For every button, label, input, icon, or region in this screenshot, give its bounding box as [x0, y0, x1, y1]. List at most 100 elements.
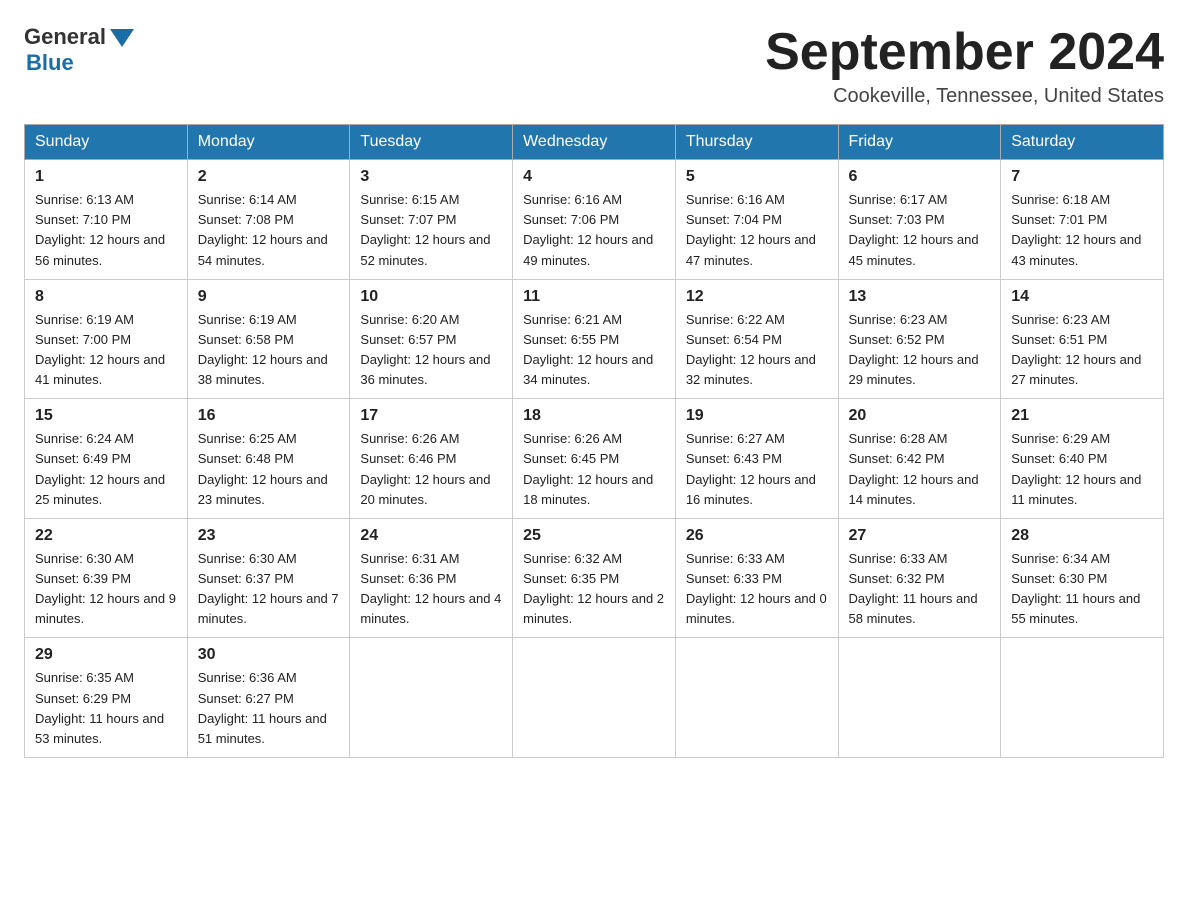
day-number: 6 [849, 168, 991, 186]
calendar-day-cell: 1 Sunrise: 6:13 AM Sunset: 7:10 PM Dayli… [25, 160, 188, 280]
day-info: Sunrise: 6:27 AM Sunset: 6:43 PM Dayligh… [686, 429, 828, 510]
day-info: Sunrise: 6:16 AM Sunset: 7:06 PM Dayligh… [523, 190, 665, 271]
calendar-day-cell: 24 Sunrise: 6:31 AM Sunset: 6:36 PM Dayl… [350, 518, 513, 638]
day-number: 22 [35, 527, 177, 545]
day-info: Sunrise: 6:14 AM Sunset: 7:08 PM Dayligh… [198, 190, 340, 271]
logo-blue-text: Blue [26, 50, 74, 76]
day-number: 14 [1011, 288, 1153, 306]
weekday-header-tuesday: Tuesday [350, 125, 513, 160]
weekday-header-wednesday: Wednesday [513, 125, 676, 160]
day-info: Sunrise: 6:32 AM Sunset: 6:35 PM Dayligh… [523, 549, 665, 630]
calendar-day-cell: 28 Sunrise: 6:34 AM Sunset: 6:30 PM Dayl… [1001, 518, 1164, 638]
day-number: 27 [849, 527, 991, 545]
weekday-header-row: SundayMondayTuesdayWednesdayThursdayFrid… [25, 125, 1164, 160]
calendar-title: September 2024 [765, 24, 1164, 81]
calendar-day-cell: 8 Sunrise: 6:19 AM Sunset: 7:00 PM Dayli… [25, 279, 188, 399]
day-number: 8 [35, 288, 177, 306]
calendar-day-cell: 6 Sunrise: 6:17 AM Sunset: 7:03 PM Dayli… [838, 160, 1001, 280]
calendar-day-cell: 2 Sunrise: 6:14 AM Sunset: 7:08 PM Dayli… [187, 160, 350, 280]
day-number: 2 [198, 168, 340, 186]
page-header: General Blue September 2024 Cookeville, … [24, 24, 1164, 108]
weekday-header-monday: Monday [187, 125, 350, 160]
calendar-day-cell: 29 Sunrise: 6:35 AM Sunset: 6:29 PM Dayl… [25, 638, 188, 758]
day-number: 12 [686, 288, 828, 306]
day-number: 9 [198, 288, 340, 306]
calendar-day-cell: 23 Sunrise: 6:30 AM Sunset: 6:37 PM Dayl… [187, 518, 350, 638]
calendar-day-cell: 9 Sunrise: 6:19 AM Sunset: 6:58 PM Dayli… [187, 279, 350, 399]
day-info: Sunrise: 6:30 AM Sunset: 6:37 PM Dayligh… [198, 549, 340, 630]
calendar-table: SundayMondayTuesdayWednesdayThursdayFrid… [24, 124, 1164, 758]
calendar-day-cell: 15 Sunrise: 6:24 AM Sunset: 6:49 PM Dayl… [25, 399, 188, 519]
day-number: 23 [198, 527, 340, 545]
calendar-day-cell: 27 Sunrise: 6:33 AM Sunset: 6:32 PM Dayl… [838, 518, 1001, 638]
day-info: Sunrise: 6:31 AM Sunset: 6:36 PM Dayligh… [360, 549, 502, 630]
day-number: 15 [35, 407, 177, 425]
calendar-day-cell: 5 Sunrise: 6:16 AM Sunset: 7:04 PM Dayli… [675, 160, 838, 280]
calendar-day-cell: 26 Sunrise: 6:33 AM Sunset: 6:33 PM Dayl… [675, 518, 838, 638]
day-number: 11 [523, 288, 665, 306]
day-number: 7 [1011, 168, 1153, 186]
day-info: Sunrise: 6:17 AM Sunset: 7:03 PM Dayligh… [849, 190, 991, 271]
day-number: 13 [849, 288, 991, 306]
calendar-day-cell: 19 Sunrise: 6:27 AM Sunset: 6:43 PM Dayl… [675, 399, 838, 519]
calendar-day-cell: 10 Sunrise: 6:20 AM Sunset: 6:57 PM Dayl… [350, 279, 513, 399]
calendar-day-cell: 11 Sunrise: 6:21 AM Sunset: 6:55 PM Dayl… [513, 279, 676, 399]
calendar-day-cell [513, 638, 676, 758]
title-block: September 2024 Cookeville, Tennessee, Un… [765, 24, 1164, 108]
day-info: Sunrise: 6:26 AM Sunset: 6:45 PM Dayligh… [523, 429, 665, 510]
day-info: Sunrise: 6:18 AM Sunset: 7:01 PM Dayligh… [1011, 190, 1153, 271]
day-info: Sunrise: 6:29 AM Sunset: 6:40 PM Dayligh… [1011, 429, 1153, 510]
day-number: 21 [1011, 407, 1153, 425]
day-number: 20 [849, 407, 991, 425]
day-number: 24 [360, 527, 502, 545]
day-number: 25 [523, 527, 665, 545]
day-info: Sunrise: 6:19 AM Sunset: 6:58 PM Dayligh… [198, 310, 340, 391]
day-info: Sunrise: 6:30 AM Sunset: 6:39 PM Dayligh… [35, 549, 177, 630]
day-number: 16 [198, 407, 340, 425]
day-number: 19 [686, 407, 828, 425]
calendar-day-cell: 16 Sunrise: 6:25 AM Sunset: 6:48 PM Dayl… [187, 399, 350, 519]
calendar-header: SundayMondayTuesdayWednesdayThursdayFrid… [25, 125, 1164, 160]
calendar-day-cell [1001, 638, 1164, 758]
weekday-header-thursday: Thursday [675, 125, 838, 160]
day-number: 5 [686, 168, 828, 186]
calendar-week-row: 1 Sunrise: 6:13 AM Sunset: 7:10 PM Dayli… [25, 160, 1164, 280]
calendar-day-cell: 21 Sunrise: 6:29 AM Sunset: 6:40 PM Dayl… [1001, 399, 1164, 519]
day-number: 26 [686, 527, 828, 545]
day-info: Sunrise: 6:35 AM Sunset: 6:29 PM Dayligh… [35, 668, 177, 749]
calendar-subtitle: Cookeville, Tennessee, United States [765, 85, 1164, 108]
calendar-day-cell: 13 Sunrise: 6:23 AM Sunset: 6:52 PM Dayl… [838, 279, 1001, 399]
day-info: Sunrise: 6:36 AM Sunset: 6:27 PM Dayligh… [198, 668, 340, 749]
calendar-day-cell [675, 638, 838, 758]
weekday-header-friday: Friday [838, 125, 1001, 160]
logo-arrow-icon [110, 29, 134, 47]
day-info: Sunrise: 6:33 AM Sunset: 6:32 PM Dayligh… [849, 549, 991, 630]
weekday-header-saturday: Saturday [1001, 125, 1164, 160]
logo-general-text: General [24, 24, 106, 50]
day-info: Sunrise: 6:13 AM Sunset: 7:10 PM Dayligh… [35, 190, 177, 271]
calendar-day-cell: 12 Sunrise: 6:22 AM Sunset: 6:54 PM Dayl… [675, 279, 838, 399]
calendar-day-cell: 18 Sunrise: 6:26 AM Sunset: 6:45 PM Dayl… [513, 399, 676, 519]
day-info: Sunrise: 6:23 AM Sunset: 6:52 PM Dayligh… [849, 310, 991, 391]
day-info: Sunrise: 6:28 AM Sunset: 6:42 PM Dayligh… [849, 429, 991, 510]
calendar-day-cell [350, 638, 513, 758]
logo: General Blue [24, 24, 134, 76]
calendar-day-cell: 30 Sunrise: 6:36 AM Sunset: 6:27 PM Dayl… [187, 638, 350, 758]
day-number: 29 [35, 646, 177, 664]
calendar-day-cell: 14 Sunrise: 6:23 AM Sunset: 6:51 PM Dayl… [1001, 279, 1164, 399]
day-number: 10 [360, 288, 502, 306]
calendar-day-cell: 4 Sunrise: 6:16 AM Sunset: 7:06 PM Dayli… [513, 160, 676, 280]
calendar-week-row: 15 Sunrise: 6:24 AM Sunset: 6:49 PM Dayl… [25, 399, 1164, 519]
calendar-week-row: 22 Sunrise: 6:30 AM Sunset: 6:39 PM Dayl… [25, 518, 1164, 638]
day-number: 3 [360, 168, 502, 186]
calendar-day-cell: 17 Sunrise: 6:26 AM Sunset: 6:46 PM Dayl… [350, 399, 513, 519]
calendar-day-cell: 3 Sunrise: 6:15 AM Sunset: 7:07 PM Dayli… [350, 160, 513, 280]
calendar-day-cell: 22 Sunrise: 6:30 AM Sunset: 6:39 PM Dayl… [25, 518, 188, 638]
calendar-body: 1 Sunrise: 6:13 AM Sunset: 7:10 PM Dayli… [25, 160, 1164, 758]
day-info: Sunrise: 6:34 AM Sunset: 6:30 PM Dayligh… [1011, 549, 1153, 630]
day-info: Sunrise: 6:15 AM Sunset: 7:07 PM Dayligh… [360, 190, 502, 271]
day-info: Sunrise: 6:21 AM Sunset: 6:55 PM Dayligh… [523, 310, 665, 391]
day-number: 4 [523, 168, 665, 186]
day-info: Sunrise: 6:25 AM Sunset: 6:48 PM Dayligh… [198, 429, 340, 510]
day-info: Sunrise: 6:24 AM Sunset: 6:49 PM Dayligh… [35, 429, 177, 510]
